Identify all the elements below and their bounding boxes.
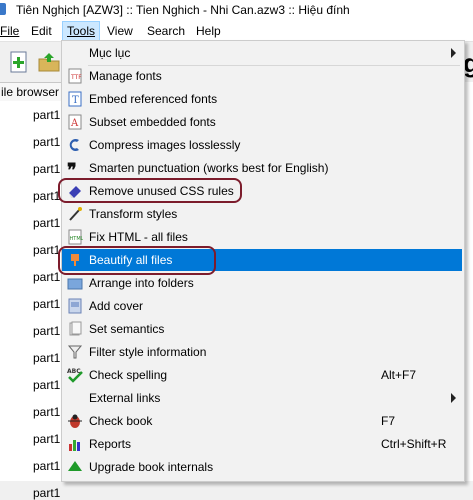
svg-text:❞: ❞ bbox=[67, 160, 77, 176]
list-item[interactable]: part1 bbox=[33, 486, 63, 500]
svg-text:T: T bbox=[72, 95, 79, 106]
list-item[interactable]: part1 bbox=[33, 135, 63, 149]
menu-help[interactable]: Help bbox=[192, 23, 225, 39]
menu-item-label: Transform styles bbox=[89, 207, 178, 221]
tab-file-browser[interactable]: ile browser bbox=[0, 82, 64, 102]
menu-item-external-links[interactable]: External links bbox=[62, 387, 462, 409]
html-icon: HTML bbox=[68, 229, 84, 245]
menu-item-shortcut: Ctrl+Shift+R bbox=[381, 437, 447, 451]
menu-item-label: Check spelling bbox=[89, 368, 168, 382]
filter-icon bbox=[67, 345, 83, 359]
menu-view[interactable]: View bbox=[103, 23, 137, 39]
cover-icon bbox=[68, 298, 82, 314]
file-list: part1 part1 part1 part1 part1 part1 part… bbox=[0, 101, 63, 500]
menu-item-manage-fonts[interactable]: TTF Manage fonts bbox=[62, 65, 462, 87]
menu-item-smarten-punctuation[interactable]: ❞ Smarten punctuation (works best for En… bbox=[62, 157, 462, 179]
menu-bar: File Edit Tools View Search Help bbox=[0, 20, 473, 42]
window-title: Tiên Nghịch [AZW3] :: Tien Nghich - Nhi … bbox=[16, 3, 350, 17]
title-bar: Tiên Nghịch [AZW3] :: Tien Nghich - Nhi … bbox=[0, 0, 473, 20]
menu-item-fix-html[interactable]: HTML Fix HTML - all files bbox=[62, 226, 462, 248]
menu-item-label: Arrange into folders bbox=[89, 276, 194, 290]
menu-item-filter-style[interactable]: Filter style information bbox=[62, 341, 462, 363]
reports-icon bbox=[69, 440, 80, 451]
menu-item-label: Embed referenced fonts bbox=[89, 92, 218, 106]
menu-item-label: Subset embedded fonts bbox=[89, 115, 216, 129]
menu-item-shortcut: Alt+F7 bbox=[381, 368, 417, 382]
submenu-arrow-icon bbox=[451, 48, 456, 58]
menu-help-label: Help bbox=[196, 24, 221, 38]
submenu-arrow-icon bbox=[451, 393, 456, 403]
list-item[interactable]: part1 bbox=[33, 270, 63, 284]
open-folder-icon[interactable] bbox=[38, 51, 60, 73]
svg-text:HTML: HTML bbox=[70, 236, 84, 242]
menu-item-label: Check book bbox=[89, 414, 153, 428]
list-item[interactable]: part1 bbox=[33, 216, 63, 230]
menu-item-label: Fix HTML - all files bbox=[89, 230, 188, 244]
menu-item-embed-fonts[interactable]: T Embed referenced fonts bbox=[62, 88, 462, 110]
menu-edit[interactable]: Edit bbox=[27, 23, 56, 39]
list-item[interactable]: part1 bbox=[33, 351, 63, 365]
list-item[interactable]: part1 bbox=[33, 378, 63, 392]
menu-item-check-book[interactable]: Check book F7 bbox=[62, 410, 462, 432]
menu-file-label: File bbox=[0, 24, 20, 38]
menu-item-upgrade-internals[interactable]: Upgrade book internals bbox=[62, 456, 462, 478]
menu-search[interactable]: Search bbox=[143, 23, 189, 39]
menu-tools-label: Tools bbox=[67, 24, 96, 38]
menu-item-label: Add cover bbox=[89, 299, 144, 313]
folders-icon bbox=[67, 278, 83, 290]
spellcheck-icon: ABC bbox=[67, 368, 83, 383]
menu-item-add-cover[interactable]: Add cover bbox=[62, 295, 462, 317]
menu-item-label: Set semantics bbox=[89, 322, 165, 336]
menu-item-transform-styles[interactable]: Transform styles bbox=[62, 203, 462, 225]
list-item[interactable]: part1 bbox=[33, 432, 63, 446]
font-file-icon: TTF bbox=[68, 68, 82, 84]
wand-icon bbox=[69, 207, 82, 221]
menu-item-check-spelling[interactable]: ABC Check spelling Alt+F7 bbox=[62, 364, 462, 386]
menu-item-label: Smarten punctuation (works best for Engl… bbox=[89, 161, 329, 175]
bug-icon bbox=[68, 414, 82, 428]
subset-font-icon: A bbox=[68, 114, 82, 130]
upgrade-icon bbox=[68, 461, 82, 471]
menu-item-reports[interactable]: Reports Ctrl+Shift+R bbox=[62, 433, 462, 455]
menu-search-label: Search bbox=[147, 24, 186, 38]
menu-item-label: External links bbox=[89, 391, 161, 405]
menu-item-shortcut: F7 bbox=[381, 414, 396, 428]
list-item[interactable]: part1 bbox=[33, 324, 63, 338]
annotation-box-beautify bbox=[58, 246, 216, 275]
list-item[interactable]: part1 bbox=[33, 459, 63, 473]
list-item[interactable]: part1 bbox=[33, 297, 63, 311]
annotation-box-remove-css bbox=[58, 178, 242, 203]
list-item[interactable]: part1 bbox=[33, 405, 63, 419]
new-file-icon[interactable] bbox=[8, 51, 30, 73]
quote-icon: ❞ bbox=[67, 160, 77, 176]
svg-text:A: A bbox=[70, 118, 79, 129]
semantics-icon bbox=[69, 321, 82, 336]
menu-item-set-semantics[interactable]: Set semantics bbox=[62, 318, 462, 340]
menu-item-label: Upgrade book internals bbox=[89, 460, 214, 474]
embed-font-icon: T bbox=[68, 91, 82, 107]
menu-item-label: Reports bbox=[89, 437, 132, 451]
menu-item-label: Mục lục bbox=[89, 46, 131, 60]
app-icon bbox=[0, 3, 6, 15]
menu-item-label: Manage fonts bbox=[89, 69, 162, 83]
menu-item-arrange-folders[interactable]: Arrange into folders bbox=[62, 272, 462, 294]
svg-text:TTF: TTF bbox=[70, 74, 82, 81]
compress-icon bbox=[69, 139, 79, 151]
tab-file-browser-label: ile browser bbox=[1, 85, 60, 99]
menu-item-subset-fonts[interactable]: A Subset embedded fonts bbox=[62, 111, 462, 133]
menu-item-label: Compress images losslessly bbox=[89, 138, 241, 152]
menu-item-compress-images[interactable]: Compress images losslessly bbox=[62, 134, 462, 156]
menu-edit-label: Edit bbox=[31, 24, 52, 38]
menu-file[interactable]: File bbox=[0, 23, 23, 39]
list-item[interactable]: part1 bbox=[33, 162, 63, 176]
menu-view-label: View bbox=[107, 24, 133, 38]
menu-tools[interactable]: Tools bbox=[62, 21, 101, 41]
menu-item-label: Filter style information bbox=[89, 345, 207, 359]
list-item[interactable]: part1 bbox=[33, 108, 63, 122]
menu-item-muc-luc[interactable]: Mục lục bbox=[62, 42, 462, 64]
